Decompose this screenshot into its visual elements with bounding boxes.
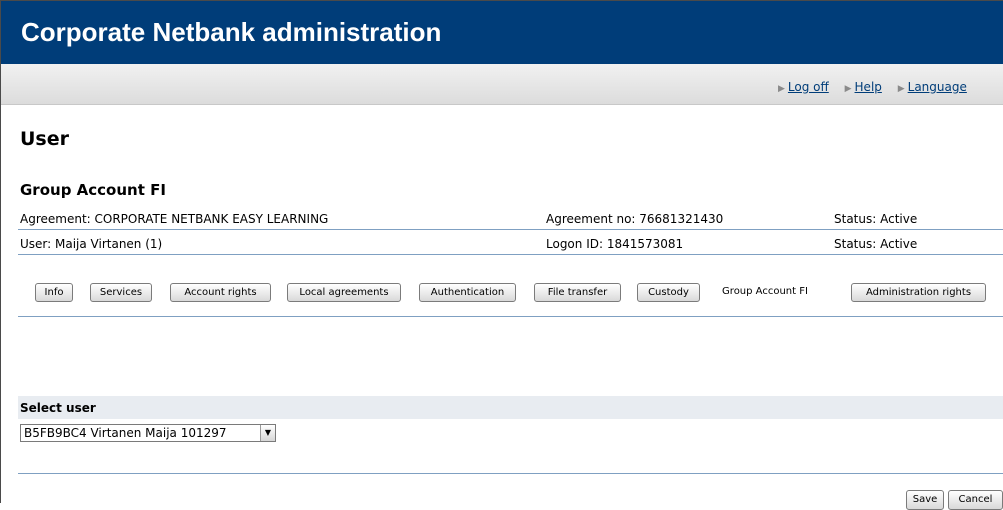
arrow-right-icon: ▶ <box>844 84 852 94</box>
bottom-divider <box>18 473 1003 474</box>
tab-info[interactable]: Info <box>35 283 73 302</box>
agreement-label: Agreement: CORPORATE NETBANK EASY LEARNI… <box>20 212 329 226</box>
top-links: ▶ Log off ▶ Help ▶ Language <box>778 80 979 94</box>
tab-services[interactable]: Services <box>90 283 152 302</box>
app-title: Corporate Netbank administration <box>21 17 442 47</box>
section-title: Group Account FI <box>20 181 166 199</box>
user-status: Status: Active <box>834 237 918 251</box>
tab-account-rights[interactable]: Account rights <box>170 283 271 302</box>
logon-id: Logon ID: 1841573081 <box>546 237 684 251</box>
log-off-link[interactable]: Log off <box>788 80 829 94</box>
top-navigation: ▶ Log off ▶ Help ▶ Language <box>1 64 1003 105</box>
select-user-dropdown[interactable]: B5FB9BC4 Virtanen Maija 101297 ▼ <box>20 424 276 442</box>
language-link[interactable]: Language <box>908 80 967 94</box>
tab-group-account-fi[interactable]: Group Account FI <box>712 283 818 302</box>
tab-file-transfer[interactable]: File transfer <box>534 283 621 302</box>
arrow-right-icon: ▶ <box>778 84 785 94</box>
tab-custody[interactable]: Custody <box>637 283 700 302</box>
save-button[interactable]: Save <box>906 490 944 510</box>
chevron-down-icon[interactable]: ▼ <box>260 425 275 441</box>
select-user-label-bar: Select user <box>18 396 1003 419</box>
user-label: User: Maija Virtanen (1) <box>20 237 163 251</box>
page-title: User <box>20 128 69 150</box>
select-user-label: Select user <box>20 401 96 415</box>
agreement-row: Agreement: CORPORATE NETBANK EASY LEARNI… <box>18 209 1003 230</box>
cancel-button[interactable]: Cancel <box>948 490 1003 510</box>
arrow-right-icon: ▶ <box>897 84 905 94</box>
user-row: User: Maija Virtanen (1) Logon ID: 18415… <box>18 234 1003 255</box>
tab-local-agreements[interactable]: Local agreements <box>287 283 401 302</box>
tab-bar: Info Services Account rights Local agree… <box>18 283 1003 317</box>
help-link[interactable]: Help <box>855 80 882 94</box>
tab-authentication[interactable]: Authentication <box>419 283 516 302</box>
agreement-status: Status: Active <box>834 212 918 226</box>
tab-administration-rights[interactable]: Administration rights <box>851 283 986 302</box>
select-user-value: B5FB9BC4 Virtanen Maija 101297 <box>24 426 227 440</box>
app-header: Corporate Netbank administration <box>1 1 1003 64</box>
agreement-number: Agreement no: 76681321430 <box>546 212 724 226</box>
